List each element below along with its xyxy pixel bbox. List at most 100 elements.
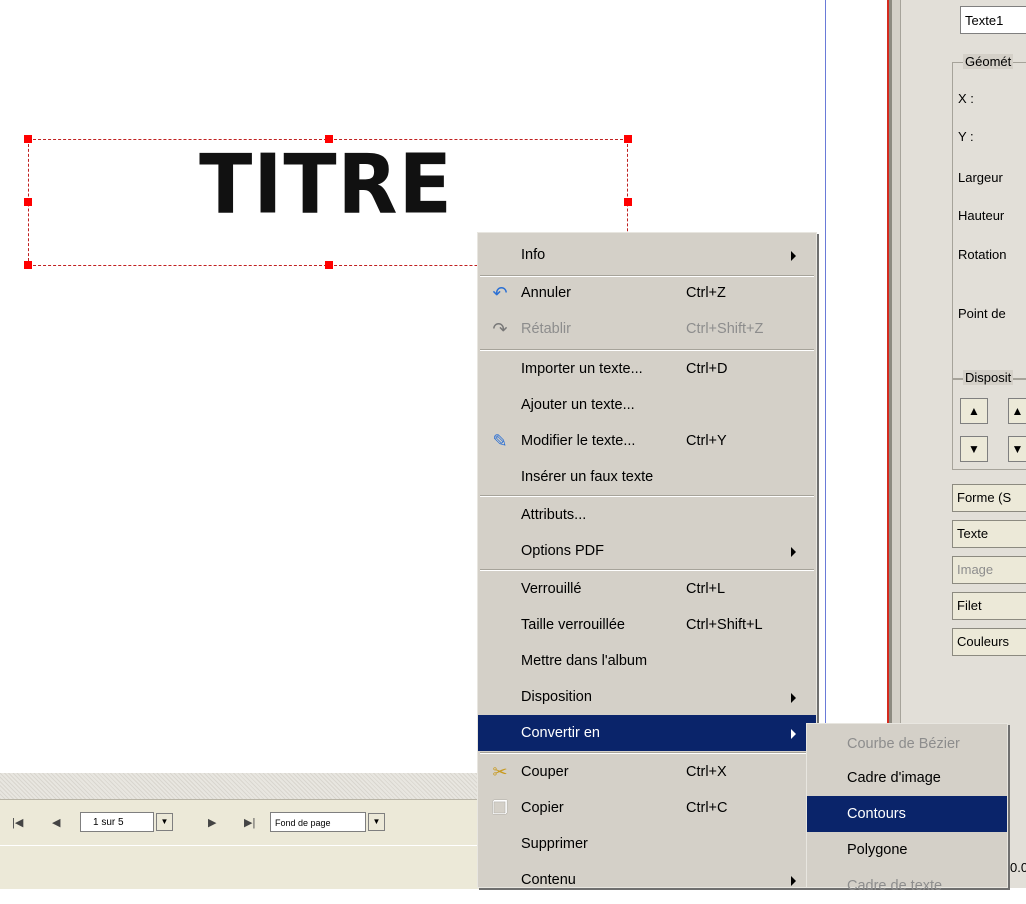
menu-item-label: Annuler [521,285,571,301]
tab-line[interactable]: Filet [952,592,1026,620]
menu-item-pdf-options[interactable]: Options PDF [478,533,816,569]
menu-item-label: Verrouillé [521,581,582,597]
edit-text-icon: ✎ [492,431,508,451]
tab-text[interactable]: Texte [952,520,1026,548]
menu-item-shortcut: Ctrl+Z [686,285,726,301]
menu-item-size-locked[interactable]: Taille verrouillée Ctrl+Shift+L [478,607,816,643]
height-label: Hauteur [958,208,1005,223]
submenu-item-image-frame[interactable]: Cadre d'image [807,760,1007,796]
submenu-arrow-icon [791,729,796,739]
menu-item-label: Ajouter un texte... [521,397,635,413]
submenu-arrow-icon [791,876,796,886]
clipped-value: 0.0 [1010,860,1026,875]
menu-item-cut[interactable]: ✂ Couper Ctrl+X [478,754,816,790]
menu-item-label: Convertir en [521,725,600,741]
resize-handle-top-left[interactable] [24,135,32,143]
menu-item-delete[interactable]: Supprimer [478,826,816,862]
width-label: Largeur [958,170,1003,185]
menu-item-put-in-scrapbook[interactable]: Mettre dans l'album [478,643,816,679]
submenu-item-label: Courbe de Bézier [847,736,960,752]
menu-item-undo[interactable]: ↶ Annuler Ctrl+Z [478,275,816,311]
title-text: TITRE [199,137,453,233]
menu-item-info[interactable]: Info [478,237,816,273]
lower-to-bottom-button[interactable]: ▼ [1008,436,1026,462]
resize-handle-top-right[interactable] [624,135,632,143]
rotation-label: Rotation [958,247,1007,262]
menu-item-edit-text[interactable]: ✎ Modifier le texte... Ctrl+Y [478,423,816,459]
menu-item-insert-lorem[interactable]: Insérer un faux texte [478,459,816,495]
tab-shape[interactable]: Forme (S [952,484,1026,512]
menu-item-label: Importer un texte... [521,361,643,377]
submenu-arrow-icon [791,693,796,703]
copy-icon: ❐ [491,798,509,818]
menu-item-shortcut: Ctrl+Shift+Z [686,321,764,337]
submenu-item-polygon[interactable]: Polygone [807,832,1007,868]
next-page-icon[interactable]: ▶ [208,816,216,829]
convert-submenu: Courbe de Bézier Cadre d'image Contours … [806,723,1008,894]
menu-item-arrange[interactable]: Disposition [478,679,816,715]
menu-item-label: Copier [521,800,564,816]
submenu-item-text-frame[interactable]: Cadre de texte [807,868,1007,904]
menu-item-label: Taille verrouillée [521,617,625,633]
resize-handle-mid-right[interactable] [624,198,632,206]
menu-item-shortcut: Ctrl+Shift+L [686,617,763,633]
menu-item-label: Insérer un faux texte [521,469,654,485]
lower-button[interactable]: ▼ [960,436,988,462]
cut-icon: ✂ [492,762,508,782]
menu-item-attributes[interactable]: Attributs... [478,497,816,533]
submenu-arrow-icon [791,251,796,261]
undo-icon: ↶ [492,283,508,303]
menu-item-label: Couper [521,764,569,780]
menu-item-label: Modifier le texte... [521,433,636,449]
anchor-point-label: Point de [958,306,1006,321]
submenu-item-bezier[interactable]: Courbe de Bézier [807,726,1007,762]
y-label: Y : [958,129,974,144]
status-bar [0,845,490,889]
menu-item-shortcut: Ctrl+L [686,581,726,597]
raise-button[interactable]: ▲ [960,398,988,424]
geometry-group-title: Géomét [963,54,1014,69]
raise-to-top-button[interactable]: ▲ [1008,398,1026,424]
layer-dropdown-button[interactable]: ▼ [368,813,385,831]
resize-handle-bottom-mid[interactable] [325,261,333,269]
menu-item-shortcut: Ctrl+D [686,361,728,377]
previous-page-icon[interactable]: ◀ [52,816,60,829]
first-page-icon[interactable]: |◀ [12,816,23,829]
menu-item-convert-to[interactable]: Convertir en [478,715,816,751]
menu-item-import-text[interactable]: Importer un texte... Ctrl+D [478,351,816,387]
last-page-icon[interactable]: ▶| [244,816,255,829]
submenu-item-label: Contours [847,806,906,822]
menu-item-redo[interactable]: ↷ Rétablir Ctrl+Shift+Z [478,311,816,347]
submenu-item-label: Cadre de texte [847,878,943,894]
menu-item-label: Info [521,247,546,263]
menu-item-shortcut: Ctrl+X [686,764,727,780]
resize-handle-bottom-left[interactable] [24,261,32,269]
menu-item-content[interactable]: Contenu [478,862,816,898]
menu-item-add-text[interactable]: Ajouter un texte... [478,387,816,423]
menu-item-copy[interactable]: ❐ Copier Ctrl+C [478,790,816,826]
tab-colors[interactable]: Couleurs [952,628,1026,656]
menu-item-shortcut: Ctrl+C [686,800,728,816]
horizontal-scroll-area[interactable] [0,773,490,799]
menu-item-shortcut: Ctrl+Y [686,433,727,449]
menu-item-label: Mettre dans l'album [521,653,648,669]
menu-item-locked[interactable]: Verrouillé Ctrl+L [478,571,816,607]
submenu-arrow-icon [791,547,796,557]
layer-select[interactable]: Fond de page [270,812,366,832]
page-navigation-bar: |◀ ◀ 1 sur 5 ▼ ▶ ▶| Fond de page ▼ [0,799,490,846]
menu-item-label: Disposition [521,689,592,705]
redo-icon: ↷ [492,319,508,339]
menu-item-label: Rétablir [521,321,571,337]
submenu-item-outlines[interactable]: Contours [807,796,1007,832]
resize-handle-mid-left[interactable] [24,198,32,206]
page-number-field[interactable]: 1 sur 5 [80,812,154,832]
context-menu: Info ↶ Annuler Ctrl+Z ↷ Rétablir Ctrl+Sh… [477,232,817,888]
submenu-item-label: Polygone [847,842,908,858]
menu-item-label: Supprimer [521,836,588,852]
submenu-item-label: Cadre d'image [847,770,941,786]
item-name-field[interactable]: Texte1 [960,6,1026,34]
menu-item-label: Contenu [521,872,576,888]
disposition-group-title: Disposit [963,370,1014,385]
page-dropdown-button[interactable]: ▼ [156,813,173,831]
tab-image[interactable]: Image [952,556,1026,584]
